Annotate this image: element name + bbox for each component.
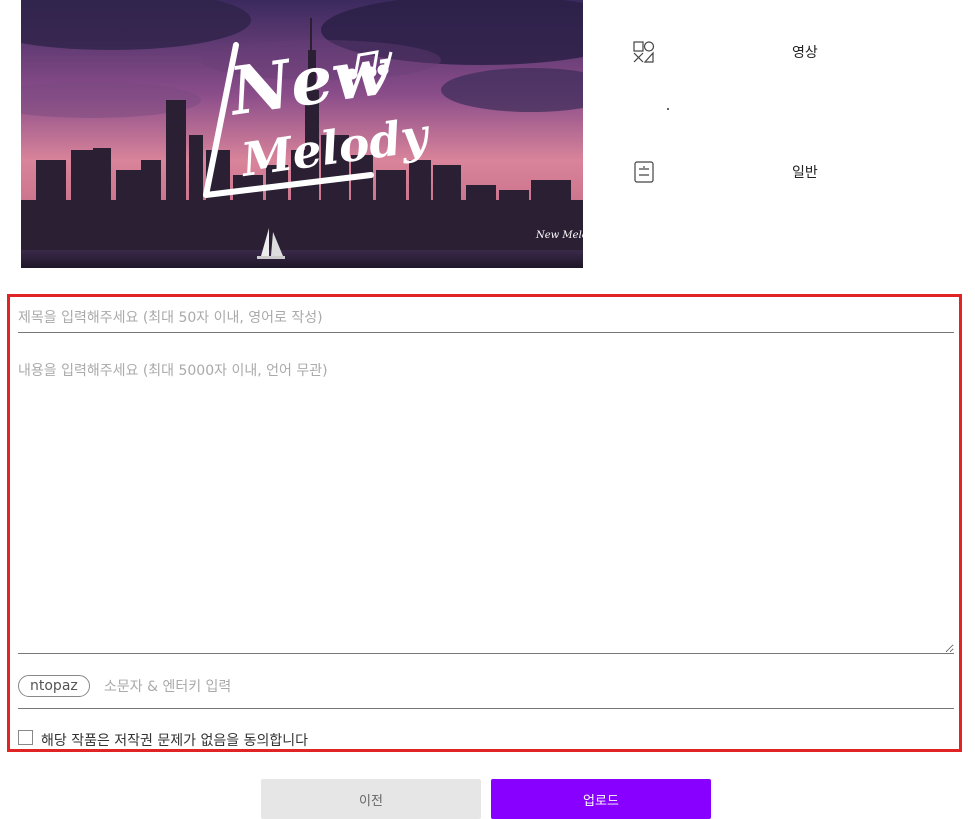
tag-input[interactable]	[104, 676, 604, 698]
meta-category-row: 일반	[632, 160, 932, 184]
thumbnail-image: New Melody New Melody	[21, 0, 583, 268]
upload-button[interactable]: 업로드	[491, 779, 711, 819]
title-input[interactable]	[18, 303, 954, 333]
watermark: New Melody	[535, 230, 583, 241]
content-textarea[interactable]	[18, 360, 954, 654]
shapes-icon	[633, 41, 655, 63]
meta-category-label: 일반	[792, 165, 818, 181]
agree-label[interactable]: 해당 작품은 저작권 문제가 없음을 동의합니다	[41, 730, 308, 750]
list-icon	[634, 161, 654, 183]
meta-separator-dot	[667, 108, 669, 110]
meta-type-label: 영상	[792, 45, 818, 61]
tag-chip[interactable]: ntopaz	[18, 675, 90, 697]
meta-type-row: 영상	[632, 40, 932, 64]
tag-row: ntopaz	[18, 673, 954, 709]
agree-checkbox[interactable]	[18, 730, 33, 745]
prev-button[interactable]: 이전	[261, 779, 481, 819]
